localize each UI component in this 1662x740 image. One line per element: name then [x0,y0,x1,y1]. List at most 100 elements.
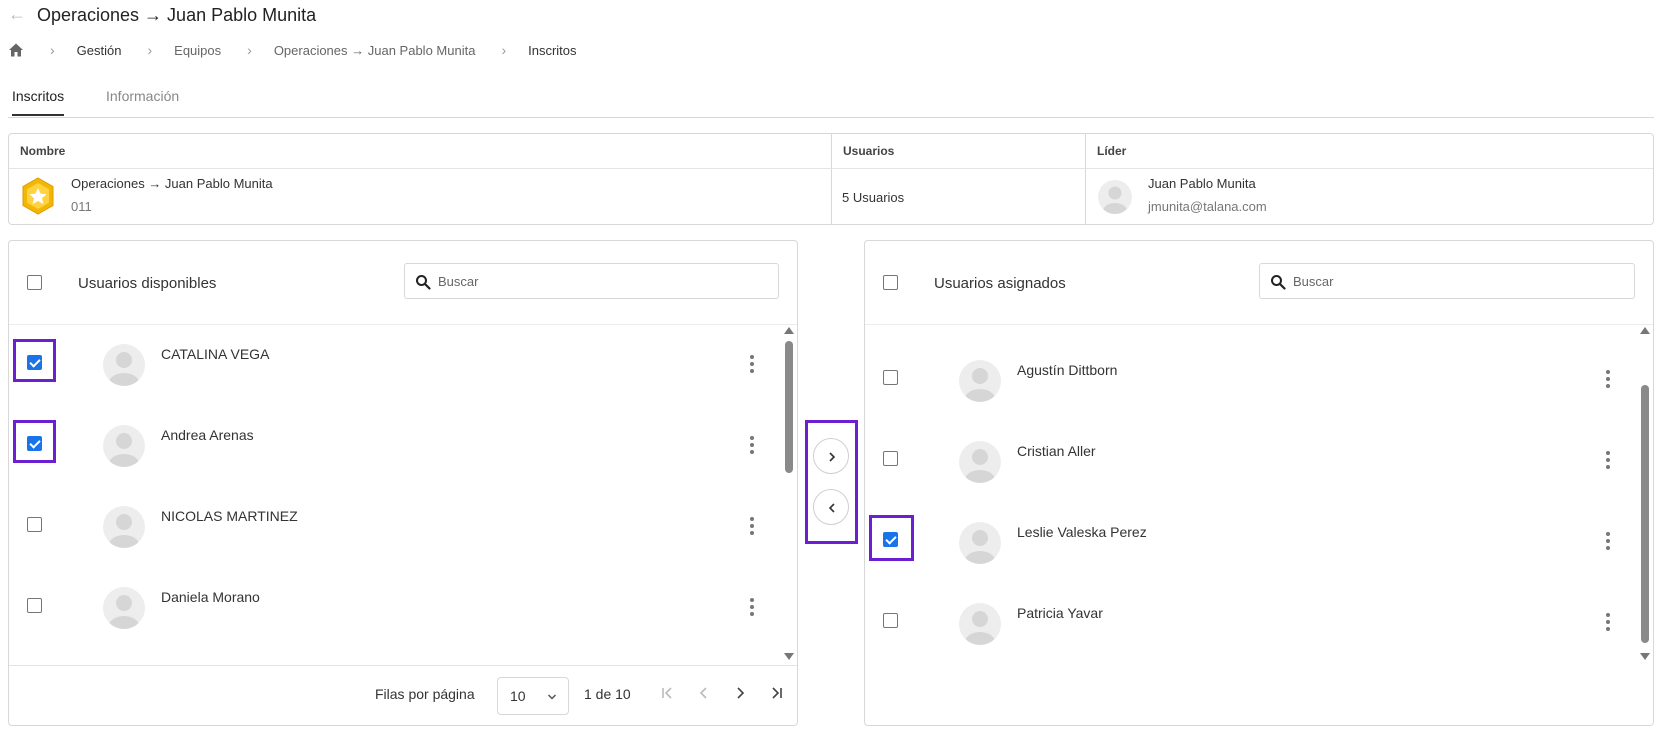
breadcrumb-team[interactable]: Operaciones → Juan Pablo Munita [274,43,476,58]
breadcrumb-separator: › [147,42,153,58]
chevron-down-icon [547,694,557,700]
more-options-icon[interactable] [749,355,755,375]
page-title: Operaciones → Juan Pablo Munita [37,5,317,25]
pagination-footer: Filas por página 10 1 de 10 [9,665,797,725]
selection-highlight [13,420,56,463]
list-item[interactable]: Daniela Morano [9,568,797,649]
list-item[interactable]: CATALINA VEGA [9,325,797,406]
scroll-up-icon[interactable] [784,327,794,334]
back-arrow-icon[interactable]: ← [8,4,26,25]
previous-page-icon[interactable] [695,684,713,702]
more-options-icon[interactable] [749,517,755,537]
select-all-assigned-checkbox[interactable] [883,275,898,290]
team-user-count: 5 Usuarios [842,190,905,205]
move-left-button[interactable] [813,489,849,525]
breadcrumb-equipos[interactable]: Equipos [174,43,221,58]
breadcrumb-inscritos: Inscritos [528,42,577,58]
available-search-input[interactable] [438,264,738,298]
user-checkbox[interactable] [27,598,42,613]
list-item[interactable]: Leslie Valeska Perez [865,503,1653,584]
available-panel-title: Usuarios disponibles [78,275,217,292]
rows-per-page-value: 10 [510,688,526,704]
user-checkbox[interactable] [883,370,898,385]
user-name: Patricia Yavar [1017,605,1103,621]
column-divider [1085,134,1086,224]
avatar [103,344,145,386]
column-divider [831,134,832,224]
scrollbar-thumb[interactable] [785,341,793,473]
user-name: NICOLAS MARTINEZ [161,508,298,524]
scroll-up-icon[interactable] [1640,327,1650,334]
page-info: 1 de 10 [584,686,631,702]
selection-highlight [869,515,914,561]
list-item[interactable]: Patricia Yavar [865,584,1653,665]
transfer-controls [805,420,858,544]
user-name: Daniela Morano [161,589,260,605]
first-page-icon[interactable] [659,684,677,702]
column-header-name: Nombre [20,144,66,158]
list-item[interactable]: NICOLAS MARTINEZ [9,487,797,568]
leader-avatar [1098,180,1132,214]
user-name: Cristian Aller [1017,443,1096,459]
assigned-panel-header: Usuarios asignados [865,241,1653,325]
search-icon [416,275,431,290]
column-header-users: Usuarios [843,144,895,158]
team-summary-table: Nombre Usuarios Líder Operaciones → Juan… [8,133,1654,225]
rows-per-page-select[interactable]: 10 [497,677,569,715]
avatar [103,587,145,629]
avatar [959,603,1001,645]
assigned-search-box [1259,263,1635,299]
more-options-icon[interactable] [749,436,755,456]
list-item[interactable]: Andrea Arenas [9,406,797,487]
assigned-scrollbar[interactable] [1640,327,1650,663]
avatar [959,360,1001,402]
home-icon[interactable] [8,42,24,58]
leader-name: Juan Pablo Munita [1148,176,1256,191]
tab-inscritos[interactable]: Inscritos [12,88,65,116]
avatar [959,522,1001,564]
user-name: Agustín Dittborn [1017,362,1118,378]
tab-informacion[interactable]: Información [106,88,179,114]
scroll-down-icon[interactable] [1640,653,1650,660]
star-badge-icon [22,177,54,215]
select-all-available-checkbox[interactable] [27,275,42,290]
chevron-right-icon [829,452,836,462]
breadcrumb-separator: › [50,42,55,58]
available-search-box [404,263,779,299]
breadcrumb-gestion[interactable]: Gestión [77,43,122,58]
more-options-icon[interactable] [1605,613,1611,633]
user-checkbox[interactable] [883,613,898,628]
more-options-icon[interactable] [749,598,755,618]
search-icon [1271,275,1286,290]
header-divider [9,168,1653,169]
available-scrollbar[interactable] [784,327,794,663]
chevron-left-icon [828,503,835,513]
assigned-search-input[interactable] [1293,264,1593,298]
user-checkbox[interactable] [883,451,898,466]
list-item[interactable]: Cristian Aller [865,422,1653,503]
assigned-panel-title: Usuarios asignados [934,275,1066,292]
avatar [959,441,1001,483]
selection-highlight [13,339,56,382]
more-options-icon[interactable] [1605,451,1611,471]
more-options-icon[interactable] [1605,532,1611,552]
breadcrumb-separator: › [501,42,507,58]
page-header: ← Operaciones → Juan Pablo Munita [0,0,1662,34]
breadcrumb: › Gestión › Equipos › Operaciones → Juan… [8,40,577,60]
scrollbar-thumb[interactable] [1641,385,1649,643]
column-header-leader: Líder [1097,144,1127,158]
avatar [103,425,145,467]
more-options-icon[interactable] [1605,370,1611,390]
last-page-icon[interactable] [767,684,785,702]
leader-email: jmunita@talana.com [1148,199,1267,214]
avatar [103,506,145,548]
user-name: Andrea Arenas [161,427,254,443]
scroll-down-icon[interactable] [784,653,794,660]
available-users-panel: Usuarios disponibles CATALINA VEGA Andre… [8,240,798,726]
next-page-icon[interactable] [731,684,749,702]
user-checkbox[interactable] [27,517,42,532]
list-item[interactable]: Agustín Dittborn [865,341,1653,422]
team-name: Operaciones → Juan Pablo Munita [71,176,273,191]
move-right-button[interactable] [813,438,849,474]
user-name: CATALINA VEGA [161,346,270,362]
